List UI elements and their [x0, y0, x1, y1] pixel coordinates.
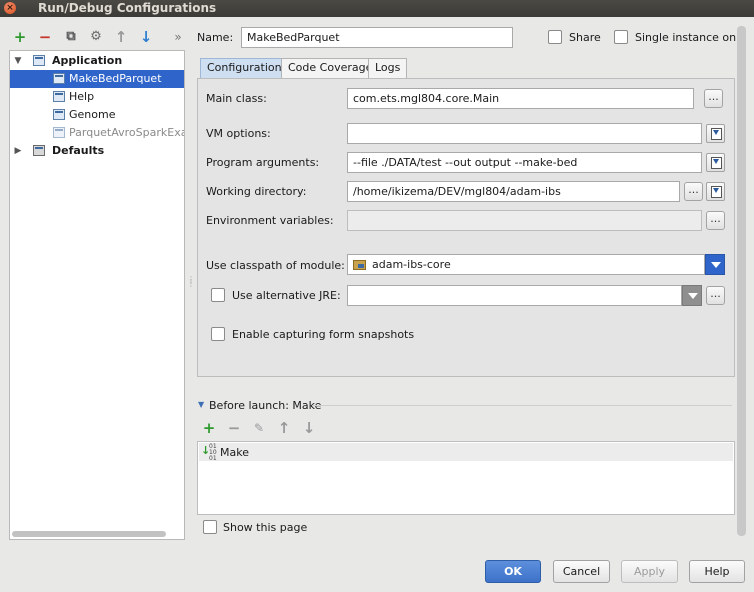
- vertical-scrollbar[interactable]: [737, 26, 746, 536]
- insert-macro-icon[interactable]: [706, 124, 725, 143]
- tree-horizontal-scrollbar[interactable]: [12, 531, 166, 537]
- working-directory-label: Working directory:: [206, 185, 307, 198]
- tree-item-label: ParquetAvroSparkExam: [69, 126, 184, 139]
- window-title: Run/Debug Configurations: [38, 1, 217, 15]
- close-window-button[interactable]: ×: [4, 2, 16, 14]
- expand-arrow-icon[interactable]: ▼: [13, 52, 23, 70]
- title-bar: × Run/Debug Configurations: [0, 0, 754, 17]
- tree-item-application[interactable]: ▼ Application: [10, 52, 184, 70]
- tree-item-label: Help: [69, 90, 95, 103]
- before-launch-divider: [312, 405, 732, 406]
- help-button[interactable]: Help: [689, 560, 745, 583]
- before-launch-list: ↓ 01 10 01 Make: [197, 441, 735, 515]
- program-arguments-input[interactable]: --file ./DATA/test --out output --make-b…: [347, 152, 702, 173]
- alternative-jre-input[interactable]: [347, 285, 682, 306]
- tree-item-genome[interactable]: Genome: [10, 106, 184, 124]
- form-snapshots-label: Enable capturing form snapshots: [232, 328, 415, 341]
- insert-macro-icon[interactable]: [706, 153, 725, 172]
- classpath-module-select[interactable]: adam-ibs-core: [347, 254, 705, 275]
- program-arguments-label: Program arguments:: [206, 156, 320, 169]
- environment-variables-label: Environment variables:: [206, 214, 334, 227]
- application-icon: [53, 73, 65, 84]
- alternative-jre-browse-button[interactable]: ...: [706, 286, 725, 305]
- single-instance-label: Single instance only: [635, 31, 746, 44]
- tree-item-label: MakeBedParquet: [69, 72, 162, 85]
- cancel-button[interactable]: Cancel: [553, 560, 610, 583]
- share-checkbox[interactable]: [548, 30, 562, 44]
- wrench-icon: [33, 145, 45, 156]
- working-directory-input[interactable]: /home/ikizema/DEV/mgl804/adam-ibs: [347, 181, 680, 202]
- show-page-label: Show this page: [223, 521, 308, 534]
- collapse-arrow-icon[interactable]: ▼: [198, 400, 204, 409]
- working-directory-browse-button[interactable]: ...: [684, 182, 703, 201]
- vm-options-input[interactable]: [347, 123, 702, 144]
- share-label: Share: [569, 31, 601, 44]
- classpath-module-label: Use classpath of module:: [206, 259, 345, 272]
- move-up-icon[interactable]: ↑: [112, 28, 130, 46]
- tree-item-label: Genome: [69, 108, 116, 121]
- chevron-down-icon[interactable]: [682, 285, 702, 306]
- tab-configuration[interactable]: Configuration: [200, 58, 289, 78]
- classpath-module-value: adam-ibs-core: [372, 258, 451, 271]
- show-page-checkbox[interactable]: [203, 520, 217, 534]
- remove-task-icon[interactable]: −: [225, 419, 243, 437]
- tree-item-label: Defaults: [52, 144, 105, 157]
- tab-logs[interactable]: Logs: [368, 58, 408, 78]
- move-down-icon[interactable]: ↓: [137, 28, 155, 46]
- tree-item-help[interactable]: Help: [10, 88, 184, 106]
- tab-code-coverage[interactable]: Code Coverage: [281, 58, 380, 78]
- list-item-label: Make: [220, 446, 249, 459]
- application-icon: [53, 127, 65, 138]
- form-snapshots-checkbox[interactable]: [211, 327, 225, 341]
- ok-button[interactable]: OK: [485, 560, 541, 583]
- splitter-handle[interactable]: ⋮ ⋮: [187, 276, 195, 288]
- tree-toolbar: + − ⧉ ⚙ ↑ ↓ »: [8, 28, 184, 48]
- move-up-icon[interactable]: ↑: [275, 419, 293, 437]
- name-label: Name:: [197, 31, 234, 44]
- single-instance-checkbox[interactable]: [614, 30, 628, 44]
- main-class-browse-button[interactable]: ...: [704, 89, 723, 108]
- add-task-icon[interactable]: +: [200, 419, 218, 437]
- remove-configuration-icon[interactable]: −: [36, 28, 54, 46]
- environment-variables-browse-button[interactable]: ...: [706, 211, 725, 230]
- list-item[interactable]: ↓ 01 10 01 Make: [199, 443, 733, 462]
- tree-item-parquetavrosparkexam[interactable]: ParquetAvroSparkExam: [10, 124, 184, 142]
- main-class-input[interactable]: com.ets.mgl804.core.Main: [347, 88, 694, 109]
- more-actions-icon[interactable]: »: [169, 28, 187, 46]
- chevron-down-icon[interactable]: [705, 254, 725, 275]
- edit-task-icon[interactable]: ✎: [250, 419, 268, 437]
- application-icon: [33, 55, 45, 66]
- environment-variables-input[interactable]: [347, 210, 702, 231]
- before-launch-title: Before launch: Make: [209, 399, 322, 412]
- module-folder-icon: [353, 260, 366, 270]
- binary-icon: 01 10 01: [209, 443, 217, 462]
- edit-defaults-icon[interactable]: ⚙: [87, 28, 105, 46]
- move-down-icon[interactable]: ↓: [300, 419, 318, 437]
- name-input[interactable]: MakeBedParquet: [241, 27, 513, 48]
- main-class-label: Main class:: [206, 92, 267, 105]
- configuration-tree: ▼ Application MakeBedParquet Help Genome…: [9, 50, 185, 540]
- vm-options-label: VM options:: [206, 127, 271, 140]
- alternative-jre-label: Use alternative JRE:: [232, 289, 341, 302]
- insert-macro-icon[interactable]: [706, 182, 725, 201]
- add-configuration-icon[interactable]: +: [11, 28, 29, 46]
- tree-item-label: Application: [52, 54, 123, 67]
- copy-configuration-icon[interactable]: ⧉: [62, 28, 80, 46]
- application-icon: [53, 109, 65, 120]
- tree-item-makebedparquet[interactable]: MakeBedParquet: [10, 70, 184, 88]
- application-icon: [53, 91, 65, 102]
- apply-button[interactable]: Apply: [621, 560, 678, 583]
- tree-item-defaults[interactable]: ▶ Defaults: [10, 142, 184, 160]
- expand-arrow-icon[interactable]: ▶: [13, 142, 23, 160]
- alternative-jre-checkbox[interactable]: [211, 288, 225, 302]
